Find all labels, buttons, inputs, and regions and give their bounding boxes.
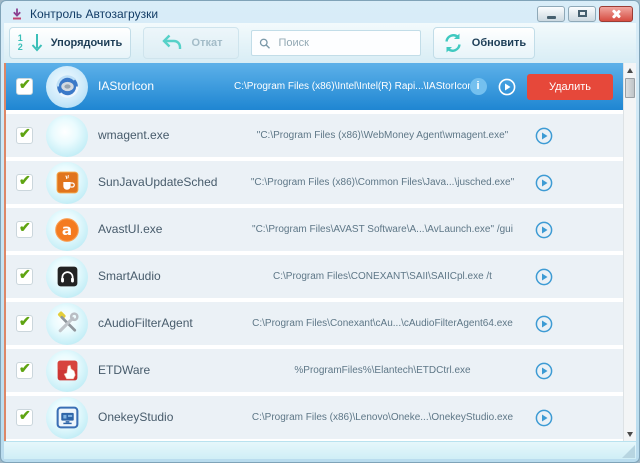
maximize-button[interactable] (568, 5, 596, 22)
startup-path: "C:\Program Files (x86)\Common Files\Jav… (250, 177, 515, 188)
etdware-touch-icon (46, 349, 88, 392)
smartaudio-icon (46, 255, 88, 298)
startup-name: cAudioFilterAgent (98, 316, 193, 330)
scroll-up-button[interactable] (624, 64, 636, 76)
close-button[interactable] (599, 5, 633, 22)
startup-path: C:\Program Files (x86)\Intel\Intel(R) Ra… (234, 81, 470, 92)
sort-numeric-icon: 12 (17, 33, 23, 52)
sort-arrow-icon (31, 34, 42, 52)
startup-row-onekeystudio[interactable]: OnekeyStudio C:\Program Files (x86)\Leno… (4, 396, 623, 439)
enabled-checkbox[interactable] (16, 76, 33, 95)
enabled-checkbox[interactable] (16, 125, 33, 144)
startup-row-smartaudio[interactable]: SmartAudio C:\Program Files\CONEXANT\SAI… (4, 255, 623, 298)
avast-icon: a (46, 208, 88, 251)
play-icon[interactable] (535, 315, 553, 333)
titlebar[interactable]: Контроль Автозагрузки (4, 1, 636, 23)
undo-button-label: Откат (191, 37, 223, 49)
startup-path: C:\Program Files (x86)\Lenovo\Oneke...\O… (251, 412, 514, 423)
enabled-checkbox[interactable] (16, 266, 33, 285)
startup-list: IAStorIcon C:\Program Files (x86)\Intel\… (4, 63, 636, 441)
startup-path: %ProgramFiles%\Elantech\ETDCtrl.exe (294, 365, 471, 376)
conexant-tools-icon (46, 302, 88, 345)
info-icon[interactable] (470, 78, 487, 95)
startup-row-avastui[interactable]: a AvastUI.exe "C:\Program Files\AVAST So… (4, 208, 623, 251)
search-box (251, 30, 421, 56)
play-icon[interactable] (535, 174, 553, 192)
play-icon[interactable] (535, 221, 553, 239)
startup-name: AvastUI.exe (98, 222, 163, 236)
minimize-button[interactable] (537, 5, 565, 22)
delete-button[interactable]: Удалить (527, 73, 613, 100)
enabled-checkbox[interactable] (16, 360, 33, 379)
maximize-icon (577, 10, 587, 17)
startup-name: SunJavaUpdateSched (98, 175, 218, 189)
java-icon (46, 161, 88, 204)
window-title: Контроль Автозагрузки (30, 6, 159, 21)
search-input[interactable] (276, 36, 413, 50)
enabled-checkbox[interactable] (16, 172, 33, 191)
scrollbar[interactable] (623, 63, 636, 441)
refresh-button-label: Обновить (471, 37, 527, 49)
startup-row-etdware[interactable]: ETDWare %ProgramFiles%\Elantech\ETDCtrl.… (4, 349, 623, 392)
play-icon[interactable] (535, 409, 553, 427)
play-icon[interactable] (498, 78, 516, 96)
toolbar: 12 Упорядочить Откат Обновить (4, 23, 636, 63)
startup-row-sunjavaupdatesched[interactable]: SunJavaUpdateSched "C:\Program Files (x8… (4, 161, 623, 204)
onekeystudio-icon (46, 396, 88, 439)
enabled-checkbox[interactable] (16, 313, 33, 332)
webmoney-glow-icon (46, 114, 88, 157)
refresh-icon (445, 33, 461, 53)
startup-row-wmagent[interactable]: wmagent.exe "C:\Program Files (x86)\WebM… (4, 114, 623, 157)
app-window: Контроль Автозагрузки 12 Упорядочить Отк… (0, 0, 640, 463)
resize-grip[interactable] (622, 445, 635, 458)
scroll-up-icon (627, 67, 633, 73)
intel-rst-icon (46, 65, 88, 108)
play-icon[interactable] (535, 362, 553, 380)
app-icon (10, 7, 24, 21)
startup-name: wmagent.exe (98, 128, 170, 142)
startup-name: IAStorIcon (98, 79, 155, 93)
startup-path: "C:\Program Files (x86)\WebMoney Agent\w… (256, 130, 509, 141)
enabled-checkbox[interactable] (16, 407, 33, 426)
undo-arrow-icon (161, 34, 181, 49)
enabled-checkbox[interactable] (16, 219, 33, 238)
undo-button[interactable]: Откат (143, 27, 239, 59)
refresh-button[interactable]: Обновить (433, 27, 535, 59)
startup-name: OnekeyStudio (98, 410, 174, 424)
scroll-down-button[interactable] (624, 428, 636, 440)
search-icon (259, 38, 270, 49)
sort-button-label: Упорядочить (50, 37, 123, 49)
statusbar (4, 441, 636, 459)
window-edge-strip (4, 63, 6, 441)
play-icon[interactable] (535, 268, 553, 286)
scrollbar-thumb[interactable] (625, 78, 635, 98)
close-icon (611, 9, 621, 19)
startup-row-iastoricon[interactable]: IAStorIcon C:\Program Files (x86)\Intel\… (4, 63, 623, 110)
startup-path: "C:\Program Files\AVAST Software\A...\Av… (252, 224, 513, 235)
sort-button[interactable]: 12 Упорядочить (9, 27, 131, 59)
scroll-down-icon (627, 431, 633, 437)
play-icon[interactable] (535, 127, 553, 145)
startup-row-caudiofilteragent[interactable]: cAudioFilterAgent C:\Program Files\Conex… (4, 302, 623, 345)
startup-path: C:\Program Files\CONEXANT\SAII\SAIICpl.e… (273, 271, 492, 282)
svg-text:a: a (62, 220, 72, 238)
startup-name: SmartAudio (98, 269, 161, 283)
startup-path: C:\Program Files\Conexant\cAu...\cAudioF… (252, 318, 513, 329)
startup-name: ETDWare (98, 363, 151, 377)
minimize-icon (546, 15, 556, 19)
